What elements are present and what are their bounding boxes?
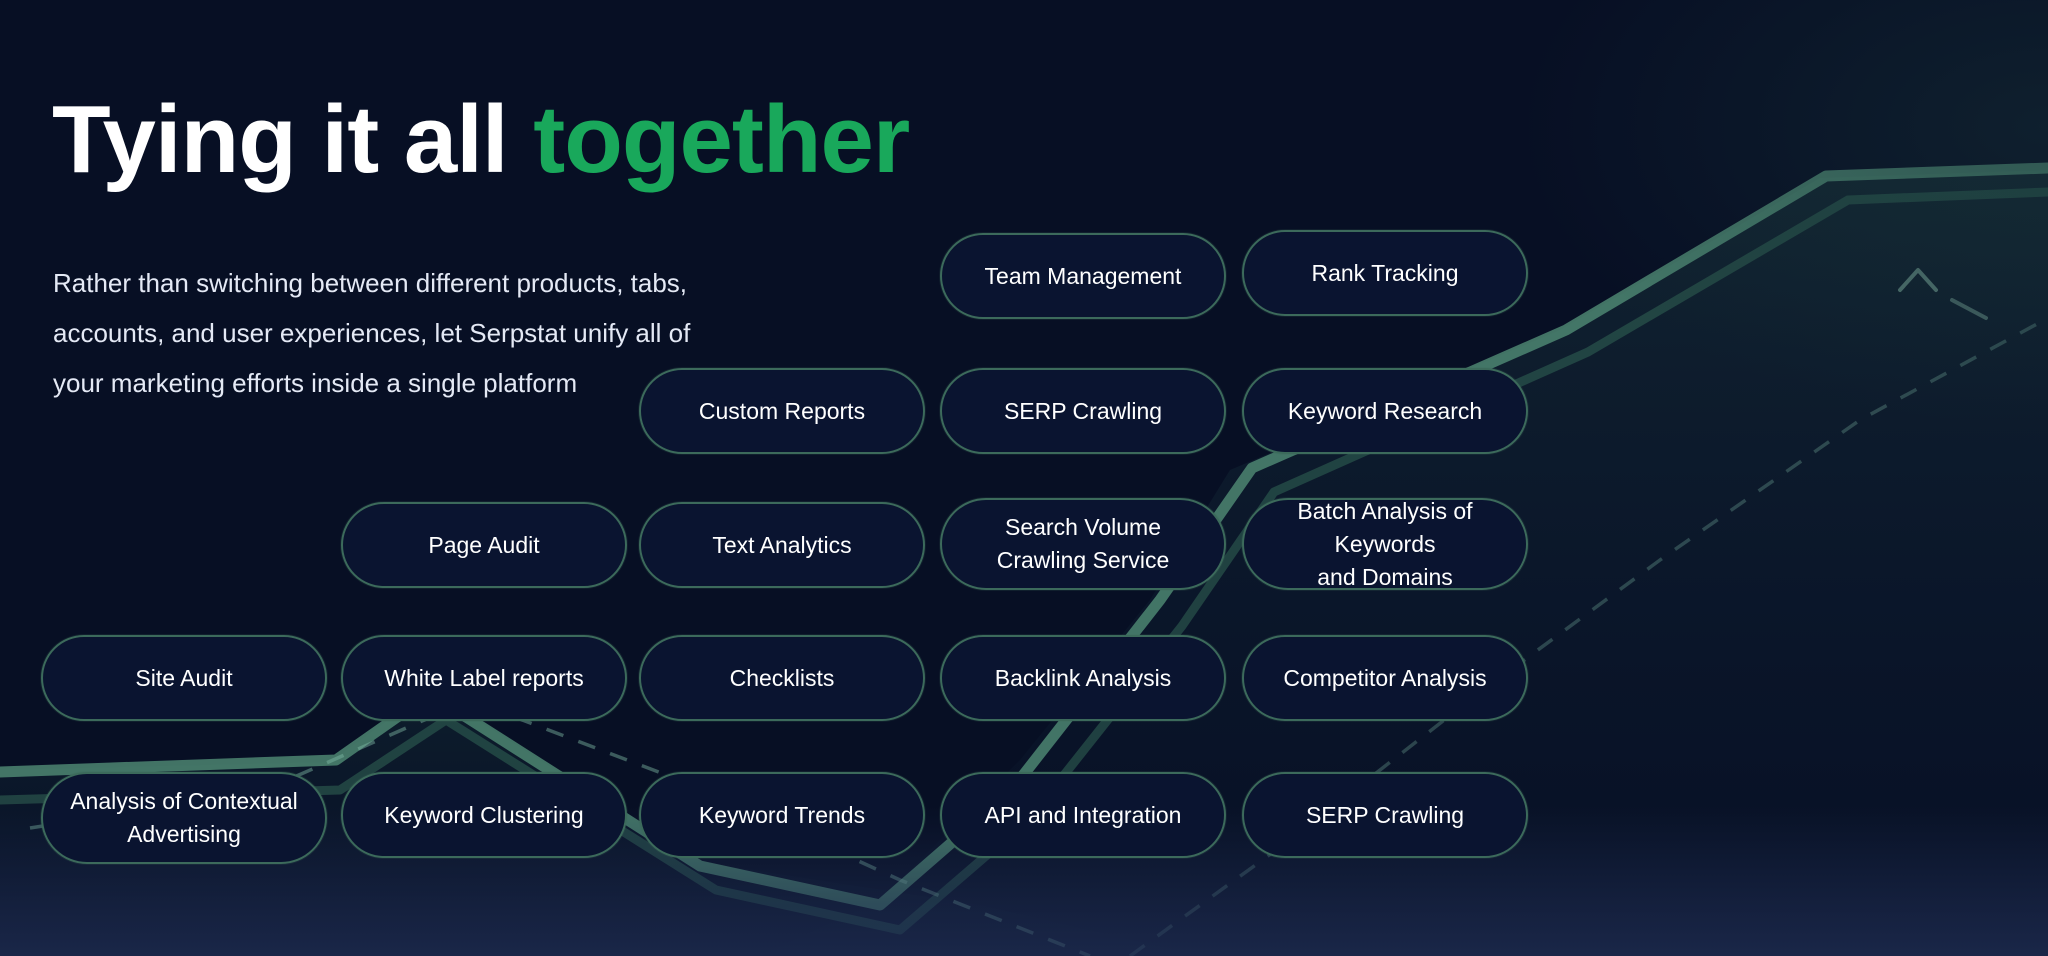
feature-pill-white-label-reports[interactable]: White Label reports [341,635,627,721]
feature-pill-label: Batch Analysis of Keywords and Domains [1258,495,1512,594]
hero-section: Tying it all together Rather than switch… [0,0,2048,956]
feature-pill-label: Page Audit [428,529,539,562]
feature-pill-batch-analysis-of-keywords-and-domains[interactable]: Batch Analysis of Keywords and Domains [1242,498,1528,590]
feature-pill-label: Checklists [730,662,835,695]
feature-pill-label: Keyword Clustering [384,799,583,832]
page-title-part-accent: together [533,86,910,194]
feature-pill-label-line1: SERP Crawling [1305,801,1465,828]
feature-pill-label-line1: Search Volume [1005,514,1161,540]
feature-pill-label: Custom Reports [699,395,865,428]
feature-pill-label-line1: Keyword Research [1287,397,1483,424]
page-title-part-white: Tying it all [52,86,509,194]
feature-pill-label: Site Audit [135,662,232,695]
feature-pill-label: White Label reports [384,662,583,695]
feature-pill-label: Backlink Analysis [995,662,1171,695]
feature-pill-label-line1: Batch Analysis of Keywords [1297,497,1473,557]
feature-pill-label: SERP Crawling [1306,799,1464,832]
feature-pill-label-line1: Team Management [984,262,1182,289]
feature-pill-label-line1: Keyword Trends [698,801,866,828]
feature-pill-label-line1: Site Audit [135,664,233,691]
feature-pill-page-audit[interactable]: Page Audit [341,502,627,588]
feature-pill-label-line1: Competitor Analysis [1283,664,1487,691]
feature-pill-analysis-of-contextual-advertising[interactable]: Analysis of Contextual Advertising [41,772,327,864]
feature-pill-site-audit[interactable]: Site Audit [41,635,327,721]
feature-pill-label: Keyword Research [1288,395,1482,428]
feature-pill-label: Search Volume Crawling Service [997,511,1170,577]
feature-pill-label-line1: White Label reports [384,664,584,691]
feature-pill-serp-crawling-1[interactable]: SERP Crawling [940,368,1226,454]
feature-pill-label: Keyword Trends [699,799,865,832]
feature-pill-rank-tracking[interactable]: Rank Tracking [1242,230,1528,316]
feature-pill-api-and-integration[interactable]: API and Integration [940,772,1226,858]
feature-pill-search-volume-crawling-service[interactable]: Search Volume Crawling Service [940,498,1226,590]
feature-pill-label-line1: Backlink Analysis [994,664,1172,691]
feature-pill-label-line1: SERP Crawling [1003,397,1163,424]
page-title: Tying it all together [52,86,910,194]
feature-pill-team-management[interactable]: Team Management [940,233,1226,319]
feature-pill-label-line2: Crawling Service [996,547,1170,573]
feature-pill-text-analytics[interactable]: Text Analytics [639,502,925,588]
feature-pill-label: Competitor Analysis [1283,662,1486,695]
feature-pill-keyword-clustering[interactable]: Keyword Clustering [341,772,627,858]
feature-pill-backlink-analysis[interactable]: Backlink Analysis [940,635,1226,721]
feature-pill-label: API and Integration [985,799,1182,832]
feature-pill-label: Team Management [985,260,1182,293]
feature-pill-label-line1: Checklists [729,664,835,691]
feature-pill-serp-crawling-2[interactable]: SERP Crawling [1242,772,1528,858]
feature-pill-checklists[interactable]: Checklists [639,635,925,721]
feature-pill-competitor-analysis[interactable]: Competitor Analysis [1242,635,1528,721]
feature-pill-label-line2: and Domains [1317,563,1453,590]
feature-pill-label: Analysis of Contextual Advertising [70,785,298,851]
feature-pill-label-line2: Advertising [127,821,241,847]
feature-pill-keyword-research[interactable]: Keyword Research [1242,368,1528,454]
feature-pill-label-line1: Page Audit [428,531,540,558]
feature-pill-label: Rank Tracking [1311,257,1458,290]
top-right-glow [1528,0,2048,420]
feature-pill-label-line1: Custom Reports [698,397,866,424]
feature-pill-label-line1: Analysis of Contextual [70,788,298,814]
feature-pill-label: Text Analytics [712,529,851,562]
feature-pill-label-line1: Rank Tracking [1311,259,1459,286]
feature-pill-keyword-trends[interactable]: Keyword Trends [639,772,925,858]
feature-pill-label-line1: Text Analytics [712,531,852,558]
feature-pill-label-line1: Keyword Clustering [384,801,584,828]
feature-pill-label: SERP Crawling [1004,395,1162,428]
feature-pill-label-line1: API and Integration [984,801,1182,828]
intro-paragraph: Rather than switching between different … [53,268,691,398]
